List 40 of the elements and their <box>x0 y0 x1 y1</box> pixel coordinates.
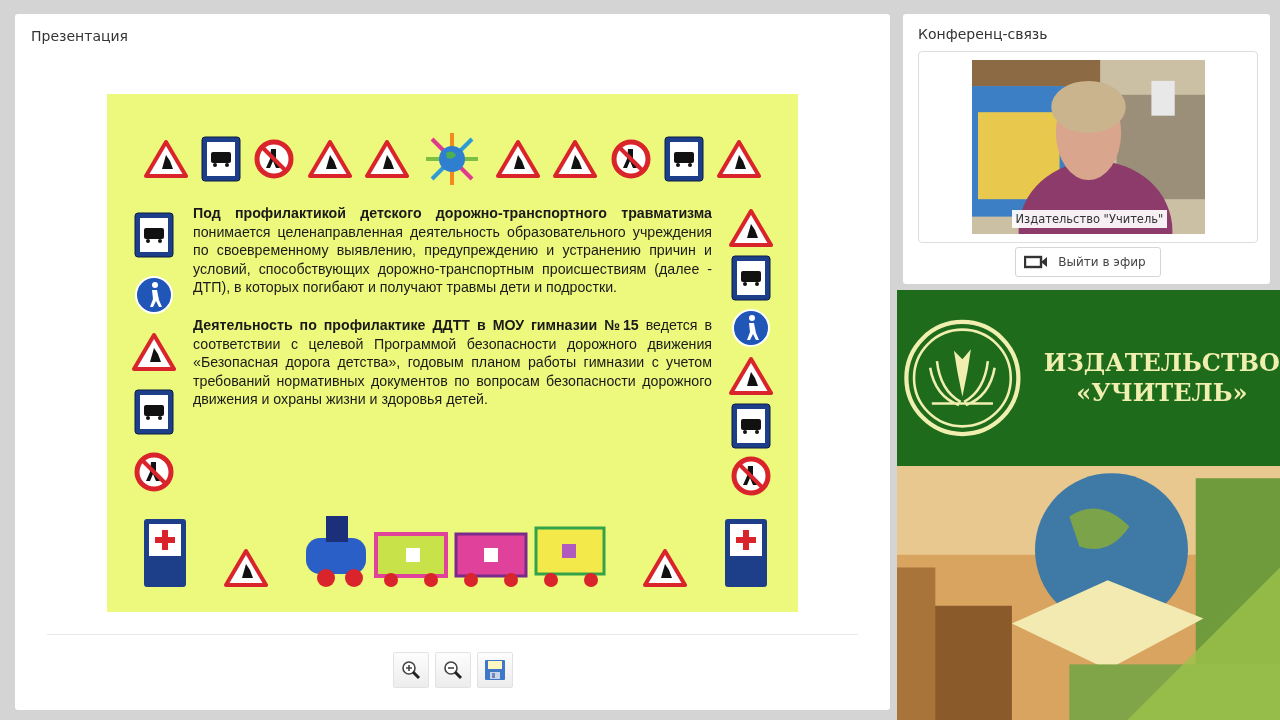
warning-sign-icon <box>642 548 687 588</box>
zoom-in-button[interactable] <box>392 652 429 688</box>
prohibition-sign-icon <box>254 139 295 179</box>
bus-sign-icon <box>134 212 174 259</box>
pedestrian-sign-icon <box>731 308 771 349</box>
warning-sign-icon <box>495 139 540 179</box>
zoom-in-icon <box>400 660 421 680</box>
video-caption: Издательство "Учитель" <box>1011 210 1168 228</box>
warning-sign-icon <box>224 548 269 588</box>
warning-sign-icon <box>365 139 410 179</box>
warning-sign-icon <box>729 355 773 396</box>
save-icon <box>483 659 506 681</box>
bus-sign-icon <box>731 255 771 301</box>
bus-sign-icon <box>134 388 174 435</box>
first-aid-sign-icon <box>724 518 768 588</box>
pedestrian-sign-icon <box>134 275 174 316</box>
save-button[interactable] <box>476 652 513 688</box>
warning-sign-icon <box>307 139 352 179</box>
first-aid-sign-icon <box>143 518 187 588</box>
warning-sign-icon <box>143 139 188 179</box>
panel-title: Презентация <box>31 28 130 44</box>
publisher-name: «УЧИТЕЛЬ» <box>1075 378 1249 408</box>
warning-sign-icon <box>729 207 773 248</box>
bus-sign-icon <box>201 136 242 182</box>
slide-paragraph: Под профилактикой детского дорожно-транспортного травматизма понимается целенаправленная деятельность образовательного учреждения по своевременному выявлению, предупреждению и устранению причин и условий, способствующих дорожно-транспортным происшествиям (далее - ДТП), в которых погибают и получают травмы дети и подростки. <box>193 204 712 297</box>
go-live-button[interactable]: Выйти в эфир <box>1015 247 1161 277</box>
prohibition-sign-icon <box>610 139 651 179</box>
zoom-out-icon <box>442 660 463 680</box>
prohibition-sign-icon <box>134 451 174 492</box>
publisher-name: ИЗДАТЕЛЬСТВО <box>1043 348 1280 378</box>
panel-title: Конференц-связь <box>918 26 1049 42</box>
warning-sign-icon <box>132 332 176 372</box>
zoom-out-button[interactable] <box>434 652 471 688</box>
warning-sign-icon <box>717 139 762 179</box>
slide-paragraph: Деятельность по профилактике ДДТТ в МОУ гимназии №15 ведется в соответствии с целевой Программой безопасности дорожного движения «Безопасная дорога детства», годовым планом работы гимназии с учетом требований нормативных документов по вопросам безопасности дорожного движения и охраны жизни и здоровья детей. <box>193 315 712 409</box>
warning-sign-icon <box>553 139 598 179</box>
bus-sign-icon <box>731 402 771 449</box>
prohibition-sign-icon <box>731 456 771 497</box>
bus-sign-icon <box>663 136 704 182</box>
camera-icon <box>1024 255 1049 269</box>
